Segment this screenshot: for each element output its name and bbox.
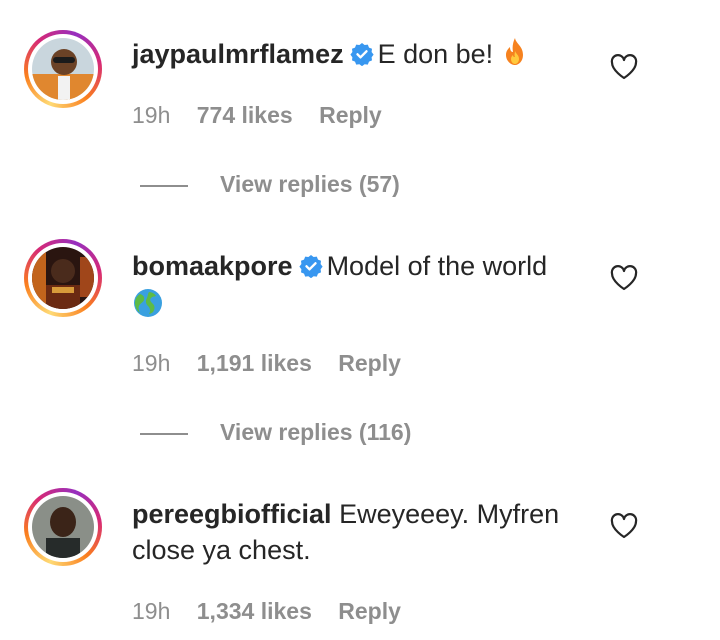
avatar[interactable] [24,239,102,317]
like-heart-icon[interactable] [610,54,638,85]
comment-body: jaypaulmrflamez E don be! [132,36,582,76]
comment-text: Model of the world [326,251,548,281]
comment-likes[interactable]: 1,334 likes [197,598,312,624]
verified-badge-icon [349,39,374,75]
fire-emoji [501,37,529,76]
avatar-image [32,496,94,558]
comment-username[interactable]: bomaakpore [132,251,293,281]
comment-username[interactable]: pereegbiofficial [132,499,332,529]
comment-body: bomaakpore Model of the world [132,248,582,328]
globe-emoji [132,287,164,328]
comment-time: 19h [132,102,171,128]
comment-likes[interactable]: 774 likes [197,102,293,128]
comment-time: 19h [132,350,171,376]
comment-text: E don be! [377,39,494,69]
avatar-image [32,38,94,100]
avatar[interactable] [24,30,102,108]
reply-button[interactable]: Reply [338,598,401,624]
comment-meta: 19h 1,334 likes Reply [132,598,421,625]
verified-badge-icon [298,251,323,287]
avatar-image [32,247,94,309]
comment-meta: 19h 774 likes Reply [132,102,402,129]
comment-time: 19h [132,598,171,624]
reply-button[interactable]: Reply [319,102,382,128]
replies-divider [140,184,188,187]
view-replies-label: View replies (116) [220,419,412,445]
comment-body: pereegbiofficial Eweyeeey. Myfren close … [132,496,582,568]
view-replies-label: View replies (57) [220,171,400,197]
like-heart-icon[interactable] [610,265,638,296]
comment-username[interactable]: jaypaulmrflamez [132,39,344,69]
comment-meta: 19h 1,191 likes Reply [132,350,421,377]
view-replies-button[interactable]: View replies (116) [140,419,411,446]
replies-divider [140,432,188,435]
comment-likes[interactable]: 1,191 likes [197,350,312,376]
avatar[interactable] [24,488,102,566]
like-heart-icon[interactable] [610,513,638,544]
reply-button[interactable]: Reply [338,350,401,376]
view-replies-button[interactable]: View replies (57) [140,171,400,198]
